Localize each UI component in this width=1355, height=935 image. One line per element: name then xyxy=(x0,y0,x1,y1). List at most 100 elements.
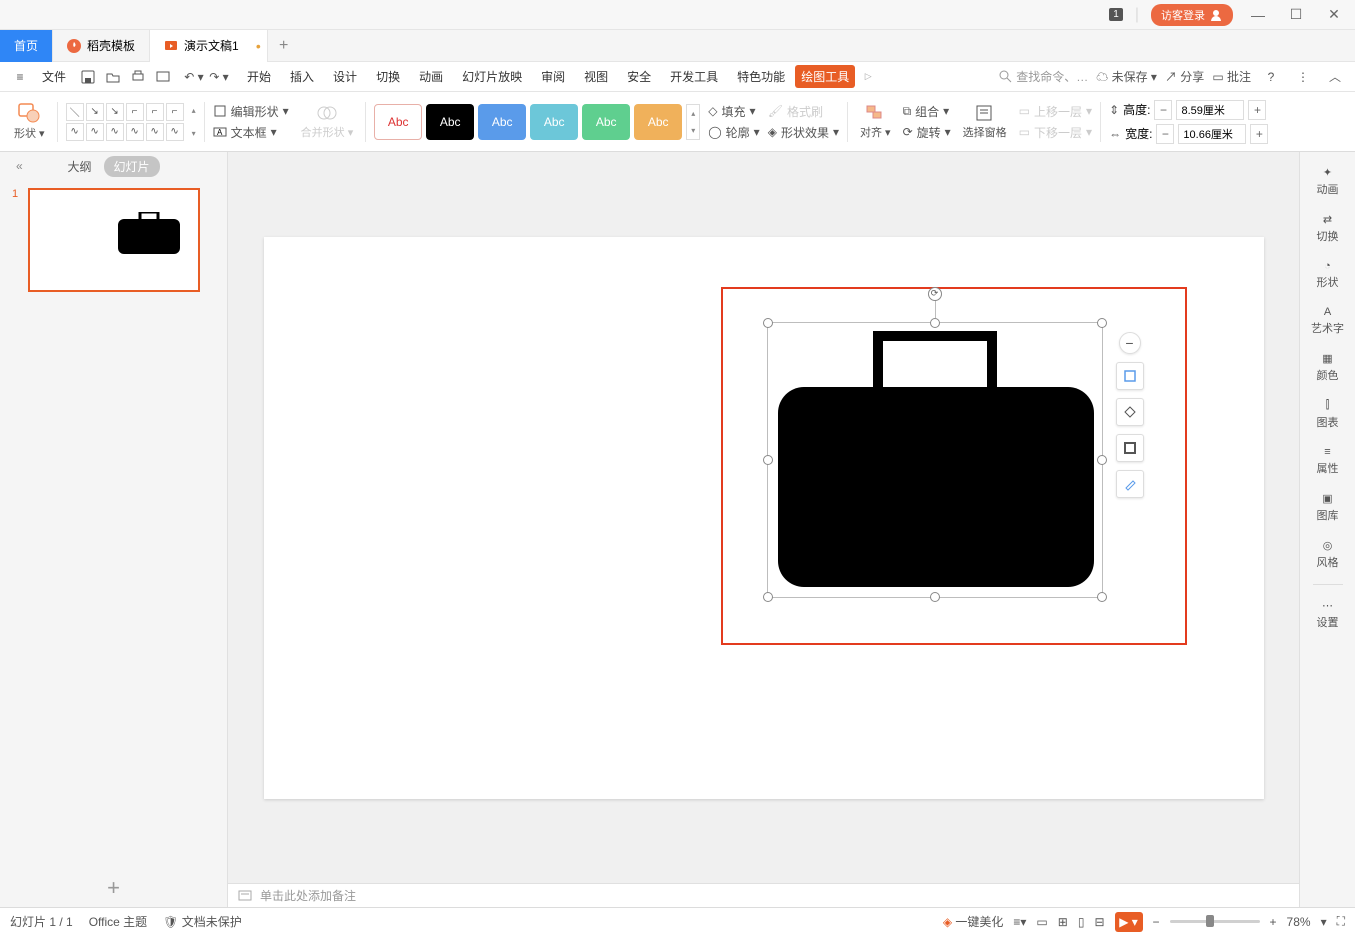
rotate-handle[interactable]: ⟳ xyxy=(928,287,942,301)
open-icon[interactable] xyxy=(101,65,125,89)
view-mode-normal-icon[interactable]: ▭ xyxy=(1036,915,1047,929)
resize-handle[interactable] xyxy=(763,455,773,465)
view-mode-notes-icon[interactable]: ⊟ xyxy=(1094,915,1104,929)
panel-tab-slides[interactable]: 幻灯片 xyxy=(104,156,160,177)
rb-transition[interactable]: ⇄切换 xyxy=(1300,207,1355,250)
float-edit-button[interactable] xyxy=(1116,470,1144,498)
share-button[interactable]: ↗ 分享 xyxy=(1165,68,1204,85)
fill-button[interactable]: ◇ 填充 ▾ xyxy=(708,102,759,121)
resize-handle[interactable] xyxy=(930,592,940,602)
minimize-button[interactable]: — xyxy=(1245,5,1271,25)
view-mode-reading-icon[interactable]: ▯ xyxy=(1078,915,1085,929)
status-protect[interactable]: 🛡 文档未保护 xyxy=(163,913,242,930)
menu-review[interactable]: 审阅 xyxy=(532,64,574,89)
menu-insert[interactable]: 插入 xyxy=(281,64,323,89)
menu-security[interactable]: 安全 xyxy=(618,64,660,89)
menu-view[interactable]: 视图 xyxy=(575,64,617,89)
print-icon[interactable] xyxy=(126,65,150,89)
rb-gallery[interactable]: ▣图库 xyxy=(1300,486,1355,529)
panel-tab-outline[interactable]: 大纲 xyxy=(67,158,91,175)
resize-handle[interactable] xyxy=(1097,318,1107,328)
resize-handle[interactable] xyxy=(1097,592,1107,602)
notif-badge[interactable]: 1 xyxy=(1109,8,1123,21)
outline-button[interactable]: ◯ 轮廓 ▾ xyxy=(708,123,759,142)
menu-design[interactable]: 设计 xyxy=(324,64,366,89)
width-plus-button[interactable]: + xyxy=(1250,124,1268,144)
select-pane-button[interactable]: 选择窗格 xyxy=(959,104,1011,140)
resize-handle[interactable] xyxy=(930,318,940,328)
status-theme[interactable]: Office 主题 xyxy=(89,913,147,930)
undo-icon[interactable]: ↶ ▾ xyxy=(182,65,206,89)
tab-templates[interactable]: 稻壳模板 xyxy=(53,30,150,62)
rb-settings[interactable]: ⋯设置 xyxy=(1300,593,1355,636)
edit-shape-button[interactable]: 编辑形状 ▾ xyxy=(213,102,289,121)
help-button[interactable]: ? xyxy=(1259,65,1283,89)
zoom-dropdown[interactable]: ▾ xyxy=(1321,915,1327,929)
more-button[interactable]: ⋮ xyxy=(1291,65,1315,89)
tool-arrow[interactable]: ▷ xyxy=(856,65,880,89)
menu-devtools[interactable]: 开发工具 xyxy=(661,64,727,89)
resize-handle[interactable] xyxy=(763,318,773,328)
width-minus-button[interactable]: − xyxy=(1156,124,1174,144)
slide-canvas[interactable]: ⟳ − xyxy=(264,237,1264,799)
selection-box[interactable]: ⟳ xyxy=(767,322,1103,598)
maximize-button[interactable]: ☐ xyxy=(1283,5,1309,25)
float-fill-button[interactable] xyxy=(1116,398,1144,426)
menu-icon[interactable]: ≡ xyxy=(8,65,32,89)
view-mode-list-icon[interactable]: ≡▾ xyxy=(1013,915,1026,929)
slide-thumbnail[interactable] xyxy=(28,188,200,292)
resize-handle[interactable] xyxy=(1097,455,1107,465)
rb-chart[interactable]: ⫿图表 xyxy=(1300,393,1355,436)
textbox-button[interactable]: A 文本框 ▾ xyxy=(213,123,289,142)
view-mode-sorter-icon[interactable]: ⊞ xyxy=(1058,915,1068,929)
close-button[interactable]: ✕ xyxy=(1321,5,1347,25)
guest-login-button[interactable]: 访客登录 xyxy=(1151,4,1233,26)
comment-button[interactable]: ▭ 批注 xyxy=(1212,68,1251,85)
height-plus-button[interactable]: + xyxy=(1248,100,1266,120)
tab-home[interactable]: 首页 xyxy=(0,30,53,62)
zoom-in-button[interactable]: + xyxy=(1270,915,1277,929)
zoom-out-button[interactable]: − xyxy=(1153,915,1160,929)
collapse-ribbon-button[interactable]: ︿ xyxy=(1323,65,1347,89)
rb-style[interactable]: ◎风格 xyxy=(1300,533,1355,576)
fit-button[interactable]: ⛶ xyxy=(1337,914,1345,929)
menu-animation[interactable]: 动画 xyxy=(410,64,452,89)
resize-handle[interactable] xyxy=(763,592,773,602)
menu-slideshow[interactable]: 幻灯片放映 xyxy=(453,64,531,89)
rb-animation[interactable]: ✦动画 xyxy=(1300,160,1355,203)
float-style-button[interactable] xyxy=(1116,362,1144,390)
zoom-value[interactable]: 78% xyxy=(1287,915,1311,929)
rb-color[interactable]: ▦颜色 xyxy=(1300,346,1355,389)
rb-wordart[interactable]: A艺术字 xyxy=(1300,300,1355,342)
menu-file[interactable]: 文件 xyxy=(33,64,75,89)
tab-add-button[interactable]: + xyxy=(268,37,300,55)
beautify-button[interactable]: ◈ 一键美化 xyxy=(943,913,1004,930)
float-outline-button[interactable] xyxy=(1116,434,1144,462)
shape-effects-button[interactable]: ◈ 形状效果 ▾ xyxy=(768,123,839,142)
width-input[interactable] xyxy=(1178,124,1246,144)
style-gallery[interactable]: Abc Abc Abc Abc Abc Abc ▴▾ xyxy=(374,92,700,151)
panel-collapse-button[interactable]: « xyxy=(8,159,31,173)
group-button[interactable]: ⧉ 组合 ▾ xyxy=(903,102,951,121)
menu-start[interactable]: 开始 xyxy=(238,64,280,89)
height-input[interactable] xyxy=(1176,100,1244,120)
preview-icon[interactable] xyxy=(151,65,175,89)
slideshow-play-button[interactable]: ▶ ▾ xyxy=(1115,912,1143,932)
redo-icon[interactable]: ↷ ▾ xyxy=(207,65,231,89)
command-search[interactable]: 查找命令、… xyxy=(993,68,1088,85)
save-icon[interactable] xyxy=(76,65,100,89)
lines-gallery[interactable]: ＼↘↘⌐⌐⌐ ∿∿∿∿∿∿ xyxy=(66,103,184,141)
zoom-slider[interactable] xyxy=(1170,920,1260,923)
notes-bar[interactable]: 单击此处添加备注 xyxy=(228,883,1299,907)
rb-props[interactable]: ≡属性 xyxy=(1300,440,1355,482)
menu-features[interactable]: 特色功能 xyxy=(728,64,794,89)
shape-dropdown[interactable]: 形状 ▾ xyxy=(10,103,49,141)
rb-shape[interactable]: ◔形状 xyxy=(1300,254,1355,296)
unsaved-indicator[interactable]: ☁ 未保存 ▾ xyxy=(1096,68,1157,85)
float-collapse-button[interactable]: − xyxy=(1119,332,1141,354)
tab-document[interactable]: 演示文稿1 • xyxy=(150,30,268,62)
align-button[interactable]: 对齐 ▾ xyxy=(856,104,895,140)
rotate-button[interactable]: ⟳ 旋转 ▾ xyxy=(903,123,951,142)
menu-transition[interactable]: 切换 xyxy=(367,64,409,89)
menu-drawtools[interactable]: 绘图工具 xyxy=(795,65,855,88)
